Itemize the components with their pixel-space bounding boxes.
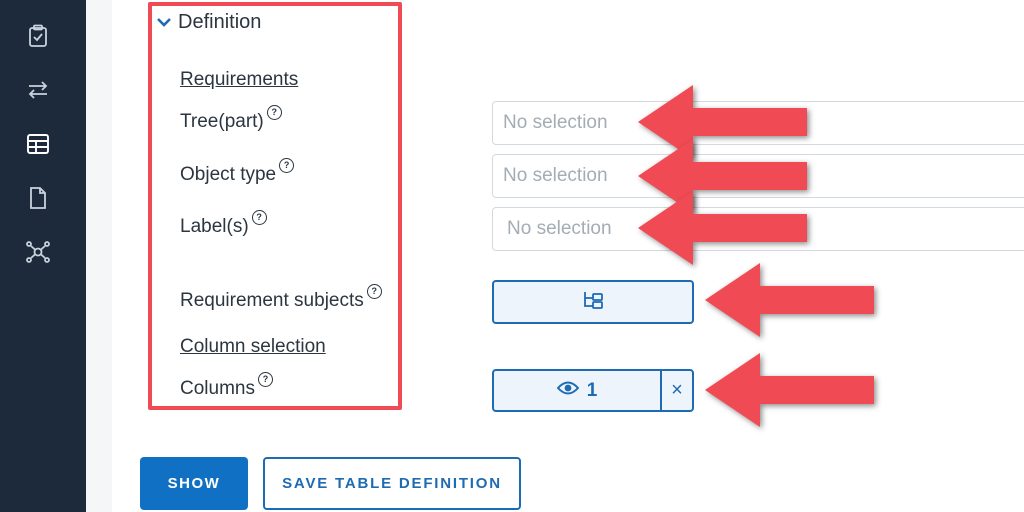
help-icon[interactable]: ? — [366, 284, 382, 299]
object-type-label: Object type ? — [180, 158, 295, 186]
columns-button[interactable]: 1 — [494, 371, 660, 410]
definition-section-title: Definition — [178, 10, 262, 33]
labels-label: Label(s) ? — [180, 210, 267, 238]
column-selection-heading: Column selection — [180, 336, 326, 357]
requirement-subjects-label: Requirement subjects ? — [180, 284, 382, 312]
labels-input[interactable] — [493, 208, 1024, 250]
table-definition-panel: Definition Requirements Tree(part) ? Obj… — [112, 0, 1024, 512]
definition-section-toggle[interactable]: Definition — [156, 8, 261, 36]
content-gutter — [86, 0, 112, 512]
requirement-subjects-button[interactable] — [492, 280, 694, 324]
network-nodes-icon[interactable] — [22, 236, 54, 268]
requirements-heading: Requirements — [180, 69, 299, 90]
tree-part-label: Tree(part) ? — [180, 105, 282, 133]
visible-columns-count: 1 — [586, 379, 598, 401]
chevron-down-icon — [156, 11, 172, 34]
swap-arrows-icon[interactable] — [22, 74, 54, 106]
object-type-input[interactable] — [493, 155, 1024, 197]
show-button[interactable]: SHOW — [140, 457, 248, 510]
help-icon[interactable]: ? — [279, 158, 295, 173]
columns-label: Columns ? — [180, 372, 273, 400]
tree-part-input[interactable] — [493, 102, 1024, 144]
document-icon[interactable] — [22, 182, 54, 214]
object-type-select[interactable] — [492, 154, 1024, 198]
table-icon[interactable] — [22, 128, 54, 160]
help-icon[interactable]: ? — [257, 372, 273, 387]
tree-part-select[interactable] — [492, 101, 1024, 145]
clear-columns-button[interactable]: × — [660, 371, 692, 410]
tree-structure-icon — [582, 290, 604, 315]
close-icon: × — [671, 379, 683, 401]
help-icon[interactable]: ? — [251, 210, 267, 225]
save-table-definition-button[interactable]: SAVE TABLE DEFINITION — [263, 457, 521, 510]
clipboard-check-icon[interactable] — [22, 20, 54, 52]
columns-selector: 1 × — [492, 369, 694, 412]
labels-select[interactable] — [492, 207, 1024, 251]
eye-icon — [556, 380, 580, 402]
help-icon[interactable]: ? — [266, 105, 282, 120]
sidebar — [0, 0, 86, 512]
